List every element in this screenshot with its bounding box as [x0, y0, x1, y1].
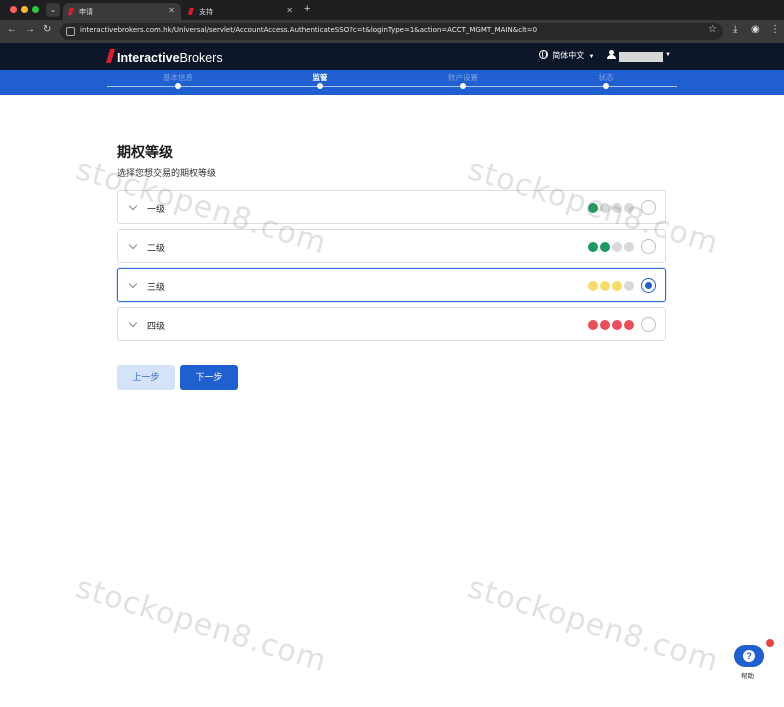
risk-dot [612, 281, 622, 291]
forward-arrow-icon[interactable]: → [25, 24, 35, 35]
option-level-radio[interactable] [641, 200, 656, 215]
risk-dot [588, 242, 598, 252]
help-button[interactable]: ? [734, 645, 764, 667]
logo-text-bold: Interactive [117, 51, 180, 65]
ib-favicon-icon [68, 8, 74, 15]
language-selector[interactable]: 简体中文 ▼ [539, 50, 594, 61]
risk-dot [600, 281, 610, 291]
previous-button[interactable]: 上一步 [117, 365, 175, 390]
user-menu-chevron-icon[interactable]: ▼ [665, 52, 671, 58]
chevron-down-icon[interactable] [128, 279, 138, 289]
option-level-row[interactable]: 四级 [117, 307, 666, 341]
risk-dot [588, 203, 598, 213]
site-header: InteractiveBrokers 简体中文 ▼ ▼ [0, 43, 784, 70]
risk-dot [588, 320, 598, 330]
minimize-window-button[interactable] [21, 6, 28, 13]
question-mark-icon: ? [743, 650, 755, 662]
close-window-button[interactable] [10, 6, 17, 13]
user-icon[interactable] [607, 50, 616, 60]
page-subtitle: 选择您想交易的期权等级 [117, 168, 217, 178]
risk-dot [600, 203, 610, 213]
risk-dot [600, 320, 610, 330]
language-label: 简体中文 [552, 51, 585, 60]
option-level-label: 四级 [147, 321, 166, 331]
option-level-row[interactable]: 二级 [117, 229, 666, 263]
step-label-basic-info: 基本信息 [163, 73, 193, 82]
chevron-down-icon[interactable] [128, 240, 138, 250]
risk-dot [588, 281, 598, 291]
browser-toolbar: ← → ↻ interactivebrokers.com.hk/Universa… [0, 20, 784, 43]
ib-logo-mark-icon [106, 49, 115, 63]
step-dot [317, 83, 323, 89]
option-level-label: 二级 [147, 243, 166, 253]
step-dot [175, 83, 181, 89]
help-label: 帮助 [741, 673, 754, 680]
tab-title: 支持 [199, 8, 213, 16]
user-name-redacted[interactable] [619, 52, 663, 62]
step-dot [603, 83, 609, 89]
watermark-text: stockopen8.com [71, 570, 331, 680]
close-tab-icon[interactable]: ✕ [286, 6, 293, 15]
next-button[interactable]: 下一步 [180, 365, 238, 390]
option-level-radio[interactable] [641, 239, 656, 254]
option-level-radio[interactable] [641, 278, 656, 293]
browser-tab-bar: ⌄ 申请 ✕ 支持 ✕ + [0, 0, 784, 20]
browser-tab-support[interactable]: 支持 ✕ [183, 3, 299, 20]
option-level-row[interactable]: 一级 [117, 190, 666, 224]
option-level-label: 三级 [147, 282, 166, 292]
risk-dot [612, 242, 622, 252]
step-dot [460, 83, 466, 89]
step-label-status: 状态 [598, 73, 614, 82]
browser-tab-apply[interactable]: 申请 ✕ [63, 3, 181, 20]
step-label-regulatory: 监管 [312, 73, 328, 82]
back-arrow-icon[interactable]: ← [7, 24, 17, 35]
tab-title: 申请 [79, 8, 93, 16]
progress-track [107, 86, 677, 87]
option-level-row[interactable]: 三级 [117, 268, 666, 302]
close-tab-icon[interactable]: ✕ [168, 6, 175, 15]
step-label-account-setup: 账户设置 [448, 73, 478, 82]
new-tab-button[interactable]: + [304, 3, 310, 15]
tab-search-button[interactable]: ⌄ [46, 3, 60, 17]
risk-dot [624, 203, 634, 213]
option-level-label: 一级 [147, 204, 166, 214]
progress-stepper: 基本信息 监管 账户设置 状态 [0, 70, 784, 95]
url-text: interactivebrokers.com.hk/Universal/serv… [80, 26, 538, 34]
site-info-icon[interactable] [66, 27, 75, 36]
page-title: 期权等级 [117, 144, 173, 160]
bookmark-star-icon[interactable]: ☆ [708, 24, 717, 35]
watermark-text: stockopen8.com [463, 570, 723, 680]
address-bar[interactable]: interactivebrokers.com.hk/Universal/serv… [60, 23, 723, 40]
globe-icon [539, 50, 548, 59]
zoom-window-button[interactable] [32, 6, 39, 13]
risk-dot [612, 203, 622, 213]
download-icon[interactable]: ⤓ [733, 24, 737, 35]
profile-icon[interactable]: ◉ [751, 24, 760, 35]
more-menu-icon[interactable]: ⋮ [770, 24, 780, 35]
chevron-down-icon: ▼ [588, 54, 595, 60]
logo-text-light: Brokers [179, 51, 223, 65]
option-level-radio[interactable] [641, 317, 656, 332]
risk-dot [612, 320, 622, 330]
risk-dot [624, 242, 634, 252]
risk-dot [624, 281, 634, 291]
chevron-down-icon[interactable] [128, 318, 138, 328]
ib-favicon-icon [188, 8, 194, 15]
notification-badge [766, 639, 774, 647]
risk-dot [624, 320, 634, 330]
chevron-down-icon[interactable] [128, 201, 138, 211]
risk-dot [600, 242, 610, 252]
reload-icon[interactable]: ↻ [43, 24, 51, 35]
